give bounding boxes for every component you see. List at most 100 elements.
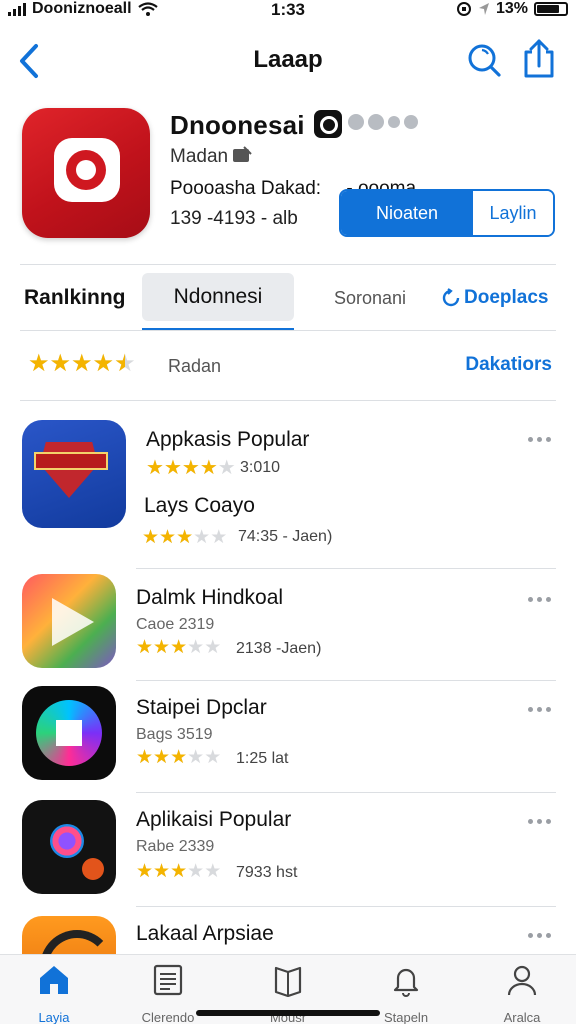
star-fill: ★ (181, 458, 200, 478)
nav-bar: Laaap (0, 36, 576, 86)
star-icon: ★★ (204, 637, 222, 658)
book-icon (274, 966, 302, 998)
star-fill: ★ (170, 638, 188, 657)
list-item-subtitle: Caoe 2319 (136, 616, 215, 633)
get-button[interactable]: Nioaten (341, 191, 473, 235)
star-fill: ★ (28, 352, 50, 376)
star-icon: ★★ (181, 457, 200, 479)
list-item-stars-secondary: ★★★★★★★★★★ (142, 528, 227, 547)
star-icon: ★★ (176, 527, 194, 548)
list-item-subtitle: Rabe 2339 (136, 838, 215, 855)
calendar-icon (153, 964, 183, 996)
star-icon: ★★ (187, 861, 205, 882)
bottom-tab-home[interactable]: Layia (6, 963, 102, 1024)
list-item-subtitle: Lays Coayo (144, 494, 255, 517)
secondary-button[interactable]: Laylin (473, 191, 553, 235)
list-item[interactable]: Lakaal Arpsiae (0, 912, 576, 954)
list-item-stars: ★★★★★★★★★★ (136, 638, 221, 657)
bottom-tab-profile[interactable]: Aralca (474, 963, 570, 1024)
tab-bar: Ranlkinng Ndonnesi Soronani Doeplacs (20, 266, 556, 330)
star-fill: ★ (153, 862, 171, 881)
status-right: 13% (456, 0, 568, 18)
list-item-title: Appkasis Popular (146, 428, 310, 451)
star-icon: ★★ (170, 861, 188, 882)
star-icon: ★★ (114, 350, 136, 377)
location-icon (478, 3, 489, 15)
more-options-icon[interactable] (528, 592, 554, 606)
star-fill: ★ (176, 528, 194, 547)
star-icon: ★★ (142, 527, 160, 548)
star-icon: ★★ (170, 637, 188, 658)
play-icon (22, 574, 116, 668)
star-icon: ★★ (136, 861, 154, 882)
star-icon: ★★ (187, 637, 205, 658)
star-fill: ★ (159, 528, 177, 547)
developer-icon (233, 146, 252, 162)
divider (20, 330, 556, 331)
badge-icon (314, 110, 342, 138)
star-fill: ★ (153, 748, 171, 767)
divider (20, 400, 556, 401)
vo-app-icon (22, 800, 116, 894)
lakaal-app-icon (22, 916, 116, 954)
star-fill: ★ (92, 352, 115, 376)
developer-name[interactable]: Madan (170, 146, 228, 168)
rating-row: ★★★★★★★★★★ Radan Dakatiors (20, 344, 556, 388)
ratings-link[interactable]: Dakatiors (465, 354, 552, 376)
battery-percent: 13% (495, 0, 528, 17)
list-item[interactable]: Aplikaisi Popular Rabe 2339 ★★★★★★★★★★ 7… (0, 798, 576, 906)
star-icon: ★★ (153, 637, 171, 658)
app-icon (22, 108, 150, 238)
star-fill: ★ (136, 862, 154, 881)
list-item-meta: 1:25 lat (236, 750, 289, 767)
share-icon[interactable] (520, 38, 558, 80)
list-item[interactable]: Dalmk Hindkoal Caoe 2319 ★★★★★★★★★★ 2138… (0, 572, 576, 680)
star-icon: ★★ (210, 527, 228, 548)
list-item-title: Dalmk Hindkoal (136, 586, 284, 609)
tab-active[interactable]: Ndonnesi (142, 273, 294, 330)
bell-icon (393, 968, 419, 997)
battery-icon (534, 2, 568, 16)
star-fill: ★ (170, 862, 188, 881)
tab-ranking[interactable]: Ranlkinng (24, 266, 126, 330)
star-fill: ★ (142, 528, 160, 547)
list-item-title: Lakaal Arpsiae (136, 922, 274, 945)
list-item-stars: ★★★★★★★★★★ (146, 458, 236, 478)
mini-icon (348, 114, 364, 130)
tab-third[interactable]: Soronani (334, 266, 406, 330)
star-icon: ★★ (217, 457, 236, 479)
more-options-icon[interactable] (528, 814, 554, 828)
home-icon (40, 966, 68, 994)
divider (20, 264, 556, 265)
bottom-tab-label: Aralca (503, 1010, 541, 1024)
action-buttons: Nioaten Laylin (339, 189, 555, 237)
list-item[interactable]: Appkasis Popular ★★★★★★★★★★ 3:010 Lays C… (0, 418, 576, 566)
star-icon: ★★ (136, 747, 154, 768)
star-icon: ★★ (49, 350, 72, 377)
star-fill: ★ (136, 748, 154, 767)
star-icon: ★★ (153, 747, 171, 768)
search-icon[interactable] (466, 42, 502, 78)
star-fill: ★ (49, 352, 72, 376)
star-fill: ★ (71, 352, 93, 376)
more-options-icon[interactable] (528, 928, 554, 942)
star-icon: ★★ (199, 457, 218, 479)
list-item[interactable]: Staipei Dpclar Bags 3519 ★★★★★★★★★★ 1:25… (0, 684, 576, 792)
app-meta: 139 -4193 - alb (170, 208, 298, 229)
star-icon: ★★ (204, 747, 222, 768)
status-bar: Dooniznoeall 1:33 13% (0, 0, 576, 20)
more-options-icon[interactable] (528, 432, 554, 446)
mini-icon (404, 115, 418, 129)
shield-badge-icon (22, 420, 126, 528)
list-item-meta: 7933 hst (236, 864, 298, 881)
more-options-icon[interactable] (528, 702, 554, 716)
camera-icon (54, 138, 120, 202)
star-icon: ★★ (159, 527, 177, 548)
divider (136, 568, 556, 569)
list-item-stars: ★★★★★★★★★★ (136, 862, 221, 881)
star-icon: ★★ (193, 527, 211, 548)
star-icon: ★★ (163, 457, 182, 479)
tab-fourth[interactable]: Doeplacs (442, 266, 548, 330)
mini-icon (388, 116, 400, 128)
list-item-title: Staipei Dpclar (136, 696, 267, 719)
